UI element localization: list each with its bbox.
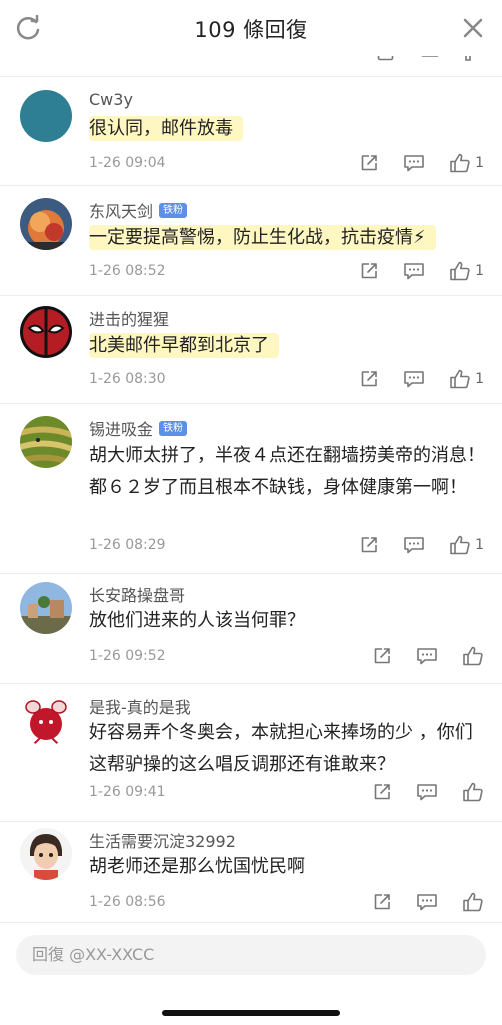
comment-text: 北美邮件早都到北京了: [89, 333, 279, 358]
comment-icon[interactable]: [403, 369, 425, 389]
like-icon: [450, 535, 470, 555]
comment-icon[interactable]: [403, 535, 425, 555]
username[interactable]: 是我-真的是我: [89, 694, 191, 718]
avatar[interactable]: [20, 582, 72, 634]
avatar[interactable]: [20, 198, 72, 250]
username-row[interactable]: 是我-真的是我: [89, 694, 191, 718]
share-icon[interactable]: [359, 535, 379, 555]
reply-bar: 回復 @XX-XXCC: [0, 922, 502, 1025]
avatar[interactable]: [20, 416, 72, 468]
like-icon: [463, 892, 483, 912]
share-icon[interactable]: [372, 782, 392, 802]
like-button[interactable]: [462, 891, 484, 913]
username[interactable]: 进击的猩猩: [89, 306, 169, 330]
like-count: 1: [475, 371, 484, 387]
username-row[interactable]: 进击的猩猩: [89, 306, 169, 330]
comment-time: 1-26 08:30: [89, 371, 166, 387]
fan-badge: 铁粉: [159, 202, 188, 218]
comment-time: 1-26 08:56: [89, 894, 166, 910]
like-button[interactable]: 1: [449, 260, 484, 282]
username[interactable]: 长安路操盘哥: [89, 582, 185, 606]
comment-icon[interactable]: [403, 261, 425, 281]
username-row[interactable]: 生活需要沉淀32992: [89, 828, 236, 852]
close-icon[interactable]: [458, 13, 488, 43]
page-title: 109 條回復: [194, 18, 308, 42]
like-icon: [450, 153, 470, 173]
like-button[interactable]: [462, 645, 484, 667]
comment-item: 锡进吸金 铁粉 胡大师太拼了，半夜４点还在翻墙捞美帝的消息！都６２岁了而且根本不…: [0, 404, 502, 574]
comment-icon[interactable]: [416, 892, 438, 912]
comment-time: 1-26 09:04: [89, 155, 166, 171]
comment-icon[interactable]: [416, 646, 438, 666]
username[interactable]: 生活需要沉淀32992: [89, 828, 236, 852]
comment-text-wrap: 北美邮件早都到北京了: [89, 330, 489, 362]
reply-input[interactable]: 回復 @XX-XXCC: [16, 935, 486, 975]
header: 109 條回復: [0, 0, 502, 56]
avatar[interactable]: [20, 828, 72, 880]
username-row[interactable]: Cw3y: [89, 90, 133, 109]
username[interactable]: 锡进吸金: [89, 416, 153, 440]
comment-item: 是我-真的是我 好容易弄个冬奥会，本就担心来捧场的少 ，你们这帮驴操的这么唱反调…: [0, 684, 502, 822]
like-button[interactable]: 1: [449, 534, 484, 556]
comment-icon[interactable]: [416, 782, 438, 802]
comment-time: 1-26 08:29: [89, 537, 166, 553]
comment-text: 胡老师还是那么忧国忧民啊: [89, 856, 305, 877]
comment-item: Cw3y 很认同，邮件放毒 1-26 09:04 1: [0, 76, 502, 186]
like-count: 1: [475, 537, 484, 553]
comment-text: 很认同，邮件放毒: [89, 116, 243, 141]
like-count: 1: [475, 263, 484, 279]
like-icon: [463, 782, 483, 802]
like-button[interactable]: 1: [449, 152, 484, 174]
like-button[interactable]: 1: [449, 368, 484, 390]
avatar[interactable]: [20, 306, 72, 358]
username-row[interactable]: 锡进吸金 铁粉: [89, 416, 188, 440]
like-icon: [450, 369, 470, 389]
username-row[interactable]: 东风天剑 铁粉: [89, 198, 188, 222]
comment-text: 好容易弄个冬奥会，本就担心来捧场的少 ，你们这帮驴操的这么唱反调那还有谁敢来？: [89, 722, 473, 775]
fan-badge: 铁粉: [159, 420, 188, 436]
comment-item: 进击的猩猩 北美邮件早都到北京了 1-26 08:30 1: [0, 296, 502, 404]
username-row[interactable]: 长安路操盘哥: [89, 582, 185, 606]
share-icon[interactable]: [372, 892, 392, 912]
share-icon[interactable]: [359, 369, 379, 389]
comment-item: 长安路操盘哥 放他们进来的人该当何罪？ 1-26 09:52: [0, 574, 502, 684]
comment-text: 放他们进来的人该当何罪？: [89, 610, 305, 631]
comment-text-wrap: 很认同，邮件放毒: [89, 113, 489, 145]
like-icon: [450, 261, 470, 281]
comment-list[interactable]: 1-26 09:47 Cw3y 很认同，邮件放毒 1-26 09:04 1: [0, 48, 502, 922]
comment-text: 一定要提高警惕，防止生化战，抗击疫情⚡: [89, 225, 436, 250]
username[interactable]: 东风天剑: [89, 198, 153, 222]
avatar[interactable]: [20, 694, 72, 746]
like-button[interactable]: [462, 781, 484, 803]
comment-text-wrap: 一定要提高警惕，防止生化战，抗击疫情⚡: [89, 222, 499, 254]
share-icon[interactable]: [359, 261, 379, 281]
avatar[interactable]: [20, 90, 72, 142]
home-indicator[interactable]: [162, 1010, 340, 1016]
share-icon[interactable]: [359, 153, 379, 173]
like-icon: [463, 646, 483, 666]
comment-item: 生活需要沉淀32992 胡老师还是那么忧国忧民啊 1-26 08:56: [0, 822, 502, 922]
comment-item: 东风天剑 铁粉 一定要提高警惕，防止生化战，抗击疫情⚡ 1-26 08:52 1: [0, 186, 502, 296]
comment-time: 1-26 08:52: [89, 263, 166, 279]
comment-text: 胡大师太拼了，半夜４点还在翻墙捞美帝的消息！都６２岁了而且根本不缺钱，身体健康第…: [89, 445, 485, 498]
share-icon[interactable]: [372, 646, 392, 666]
comment-icon[interactable]: [403, 153, 425, 173]
comment-time: 1-26 09:52: [89, 648, 166, 664]
username[interactable]: Cw3y: [89, 90, 133, 109]
comment-time: 1-26 09:41: [89, 784, 166, 800]
like-count: 1: [475, 155, 484, 171]
